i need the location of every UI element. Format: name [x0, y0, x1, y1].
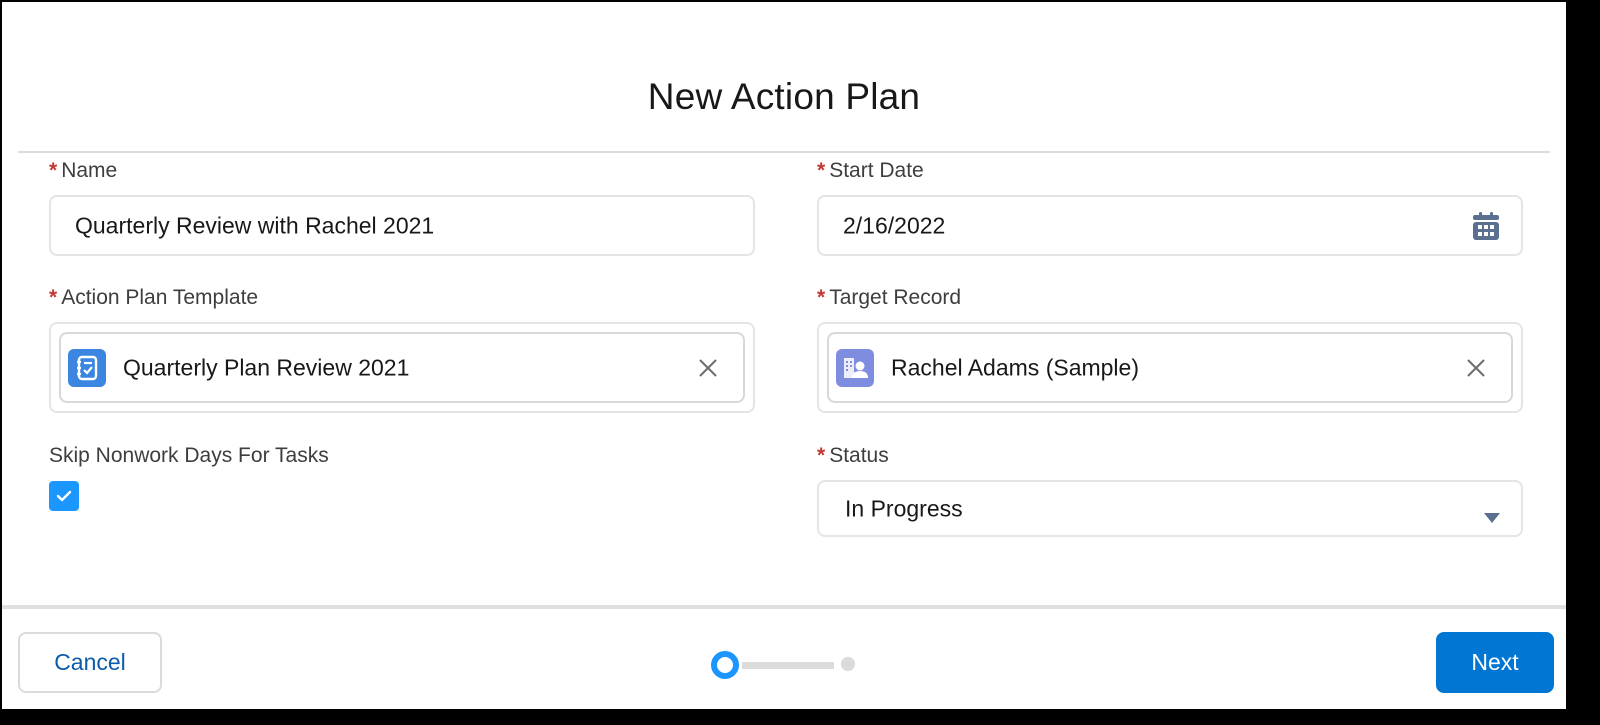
calendar-icon[interactable] — [1473, 211, 1499, 240]
next-button[interactable]: Next — [1436, 632, 1554, 693]
status-value: In Progress — [845, 495, 963, 521]
header-divider — [18, 151, 1550, 153]
target-record-label-text: Target Record — [829, 286, 962, 309]
person-account-icon — [836, 348, 874, 387]
progress-step-2 — [841, 657, 855, 671]
status-label-text: Status — [829, 444, 889, 467]
progress-step-1-active — [711, 651, 739, 679]
name-label-text: Name — [61, 159, 118, 182]
required-marker: * — [817, 444, 826, 467]
status-select[interactable]: In Progress — [817, 480, 1523, 537]
modal-title: New Action Plan — [647, 76, 921, 117]
action-plan-template-value: Quarterly Plan Review 2021 — [123, 354, 410, 380]
name-input[interactable]: Quarterly Review with Rachel 2021 — [49, 195, 755, 256]
start-date-label: * Start Date — [817, 159, 924, 183]
status-label: * Status — [817, 444, 889, 468]
action-plan-template-icon — [68, 348, 106, 387]
chevron-down-icon — [1483, 503, 1501, 523]
progress-bar-track — [742, 662, 834, 669]
required-marker: * — [817, 159, 826, 182]
close-icon[interactable] — [1465, 357, 1487, 379]
name-label: * Name — [49, 159, 117, 183]
close-icon[interactable] — [697, 357, 719, 379]
target-record-pill[interactable]: Rachel Adams (Sample) — [827, 332, 1513, 403]
required-marker: * — [817, 286, 826, 309]
start-date-label-text: Start Date — [829, 159, 924, 182]
modal-header: New Action Plan — [2, 2, 1566, 153]
target-record-value: Rachel Adams (Sample) — [891, 354, 1139, 380]
skip-nonwork-days-checkbox[interactable] — [49, 481, 79, 511]
action-plan-template-pill[interactable]: Quarterly Plan Review 2021 — [59, 332, 745, 403]
name-input-value: Quarterly Review with Rachel 2021 — [75, 212, 435, 238]
target-record-lookup[interactable]: Rachel Adams (Sample) — [817, 322, 1523, 413]
action-plan-template-label-text: Action Plan Template — [61, 286, 259, 309]
cancel-button[interactable]: Cancel — [18, 632, 162, 693]
checkmark-icon — [56, 490, 72, 502]
new-action-plan-modal: New Action Plan * Name Quarterly Review w… — [2, 2, 1566, 709]
action-plan-template-label: * Action Plan Template — [49, 286, 258, 310]
progress-indicator — [708, 650, 868, 680]
footer-divider — [2, 605, 1566, 609]
target-record-label: * Target Record — [817, 286, 961, 310]
skip-nonwork-days-label: Skip Nonwork Days For Tasks — [49, 444, 329, 467]
start-date-input[interactable]: 2/16/2022 — [817, 195, 1523, 256]
action-plan-template-lookup[interactable]: Quarterly Plan Review 2021 — [49, 322, 755, 413]
required-marker: * — [49, 286, 58, 309]
required-marker: * — [49, 159, 58, 182]
start-date-value: 2/16/2022 — [843, 212, 946, 238]
